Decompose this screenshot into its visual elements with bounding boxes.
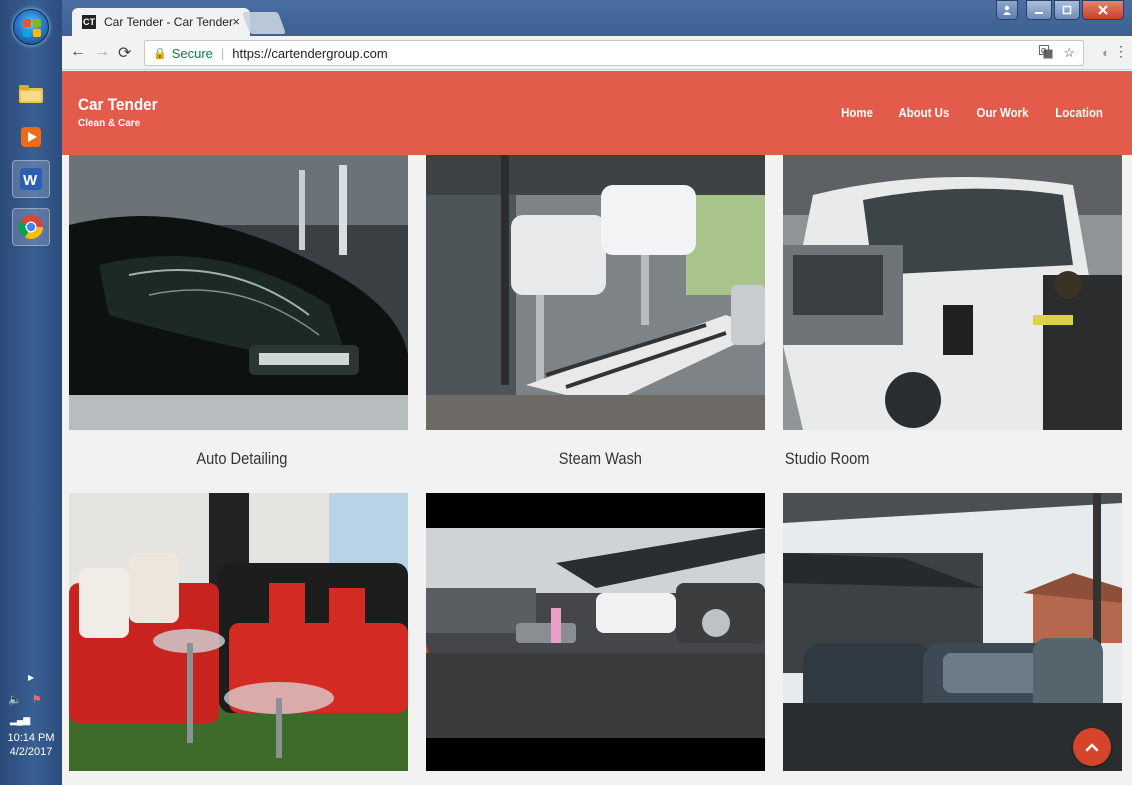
clock[interactable]: 10:14 PM 4/2/2017	[0, 731, 62, 759]
auto-detailing-photo[interactable]	[69, 155, 408, 430]
browser-tab[interactable]: CT Car Tender - Car Tender ×	[72, 8, 250, 36]
close-window-button[interactable]	[1082, 0, 1124, 20]
svg-text:G: G	[1041, 48, 1046, 55]
caption-steam-wash: Steam Wash	[558, 449, 642, 468]
caption-auto-detailing: Auto Detailing	[196, 449, 288, 468]
clock-date: 4/2/2017	[9, 746, 53, 758]
reload-icon[interactable]: ⟳	[118, 43, 131, 63]
desktop-screen: W ▶ 🔈 ⚑ ▂▄▆ 10:14 PM 4/2/2017 CT Car Ten…	[0, 0, 1132, 785]
chrome-icon[interactable]	[12, 208, 50, 246]
system-tray: ▶ 🔈 ⚑ ▂▄▆ 10:14 PM 4/2/2017	[0, 665, 62, 785]
back-arrow-icon[interactable]: ←	[70, 43, 86, 61]
browser-menu-icon[interactable]: ⋮	[1114, 43, 1128, 60]
site-favicon-icon: CT	[82, 15, 96, 29]
windows-taskbar: W ▶ 🔈 ⚑ ▂▄▆ 10:14 PM 4/2/2017	[0, 0, 62, 785]
lock-icon: 🔒	[153, 47, 167, 60]
tray-expand-icon[interactable]: ▶	[28, 673, 34, 682]
site-nav: Home About Us Our Work Location	[839, 105, 1106, 120]
tab-title: Car Tender - Car Tender	[104, 15, 233, 29]
steam-wash-photo[interactable]	[426, 155, 765, 430]
minimize-button[interactable]	[1026, 0, 1052, 20]
nav-home[interactable]: Home	[841, 105, 873, 120]
url-text: https://cartendergroup.com	[232, 45, 388, 61]
url-bar[interactable]: 🔒 Secure | https://cartendergroup.com G …	[144, 40, 1084, 66]
chevron-up-icon	[1085, 743, 1099, 752]
brand-subtitle: Clean & Care	[78, 118, 141, 129]
user-profile-icon[interactable]	[996, 0, 1018, 20]
forward-arrow-icon[interactable]: →	[94, 43, 110, 61]
car-wash-bay-photo[interactable]	[426, 493, 765, 771]
site-header: Car Tender Clean & Care Home About Us Ou…	[62, 71, 1132, 155]
nav-location[interactable]: Location	[1055, 105, 1103, 120]
tab-close-icon[interactable]: ×	[232, 14, 240, 29]
maximize-button[interactable]	[1054, 0, 1080, 20]
nav-about-us[interactable]: About Us	[899, 105, 950, 120]
svg-text:W: W	[23, 172, 38, 189]
network-warning-icon[interactable]: ⚑	[32, 693, 42, 706]
parking-lot-photo[interactable]	[783, 493, 1122, 771]
extension-icon[interactable]: ◐	[1102, 45, 1110, 60]
bookmark-star-icon[interactable]: ☆	[1063, 45, 1075, 62]
scroll-to-top-button[interactable]	[1073, 728, 1111, 766]
lounge-photo[interactable]	[69, 493, 408, 771]
windows-flag-icon	[23, 19, 41, 37]
secure-label: Secure	[171, 45, 213, 61]
media-player-icon[interactable]	[12, 118, 50, 156]
studio-room-photo[interactable]	[783, 155, 1122, 430]
signal-icon[interactable]: ▂▄▆	[10, 715, 30, 726]
caption-studio-room: Studio Room	[784, 449, 870, 468]
browser-titlebar: CT Car Tender - Car Tender ×	[62, 0, 1132, 36]
clock-time: 10:14 PM	[7, 732, 55, 744]
translate-icon[interactable]: G	[1039, 45, 1053, 62]
word-icon[interactable]: W	[12, 160, 50, 198]
file-explorer-icon[interactable]	[12, 74, 50, 112]
volume-icon[interactable]: 🔈	[8, 693, 22, 706]
start-button[interactable]	[13, 9, 49, 45]
web-page: Car Tender Clean & Care Home About Us Ou…	[62, 71, 1132, 785]
nav-our-work[interactable]: Our Work	[976, 105, 1028, 120]
url-separator: |	[220, 45, 225, 61]
address-toolbar: ← → ⟳ 🔒 Secure | https://cartendergroup.…	[62, 36, 1132, 70]
browser-window: CT Car Tender - Car Tender × ← → ⟳ 🔒 Sec…	[62, 0, 1132, 785]
new-tab-button[interactable]	[241, 12, 287, 34]
brand-title: Car Tender	[78, 95, 158, 114]
site-brand[interactable]: Car Tender Clean & Care	[78, 95, 167, 129]
